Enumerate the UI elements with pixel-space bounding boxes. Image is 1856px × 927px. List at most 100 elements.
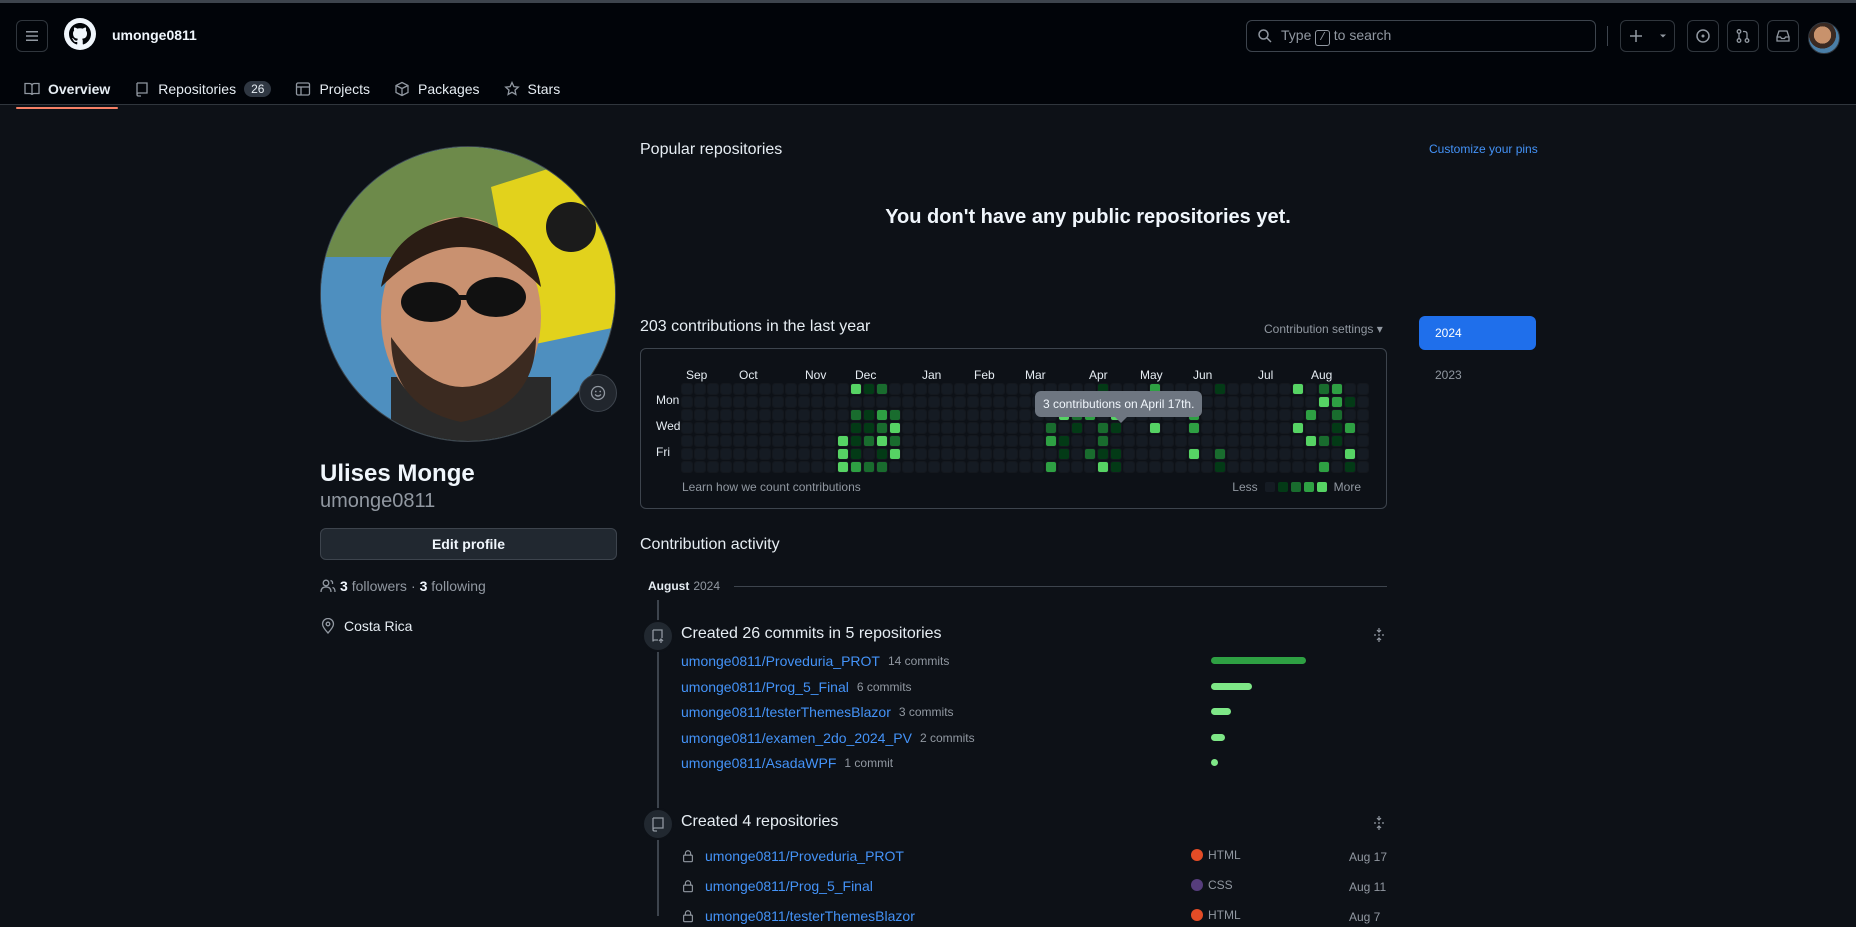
contribution-day[interactable] — [1150, 449, 1160, 459]
contribution-day[interactable] — [955, 384, 965, 394]
contribution-day[interactable] — [838, 436, 848, 446]
contribution-day[interactable] — [1319, 449, 1329, 459]
inbox-button[interactable] — [1767, 20, 1799, 52]
contribution-day[interactable] — [1215, 449, 1225, 459]
contribution-day[interactable] — [825, 436, 835, 446]
contribution-day[interactable] — [890, 462, 900, 472]
contribution-day[interactable] — [1215, 462, 1225, 472]
contribution-day[interactable] — [981, 462, 991, 472]
contribution-day[interactable] — [1007, 397, 1017, 407]
contribution-day[interactable] — [825, 423, 835, 433]
contribution-day[interactable] — [708, 436, 718, 446]
commit-repo-link[interactable]: umonge0811/testerThemesBlazor — [681, 704, 891, 720]
github-logo-icon[interactable] — [64, 18, 96, 50]
contribution-day[interactable] — [1046, 449, 1056, 459]
contribution-day[interactable] — [1020, 449, 1030, 459]
contribution-day[interactable] — [1306, 462, 1316, 472]
contribution-day[interactable] — [877, 397, 887, 407]
contribution-day[interactable] — [1202, 462, 1212, 472]
contribution-day[interactable] — [1254, 410, 1264, 420]
contribution-day[interactable] — [812, 410, 822, 420]
contribution-day[interactable] — [1124, 462, 1134, 472]
contribution-day[interactable] — [825, 397, 835, 407]
contribution-day[interactable] — [851, 410, 861, 420]
contribution-day[interactable] — [1124, 436, 1134, 446]
contribution-day[interactable] — [1033, 436, 1043, 446]
created-repo-link[interactable]: umonge0811/testerThemesBlazor — [705, 908, 915, 924]
contribution-day[interactable] — [812, 423, 822, 433]
contribution-day[interactable] — [890, 423, 900, 433]
contribution-day[interactable] — [1150, 423, 1160, 433]
contribution-day[interactable] — [708, 449, 718, 459]
contribution-day[interactable] — [1332, 462, 1342, 472]
contribution-day[interactable] — [877, 384, 887, 394]
contribution-day[interactable] — [916, 436, 926, 446]
contribution-day[interactable] — [1137, 423, 1147, 433]
contribution-day[interactable] — [955, 423, 965, 433]
contribution-day[interactable] — [786, 423, 796, 433]
contribution-day[interactable] — [1163, 423, 1173, 433]
year-2023[interactable]: 2023 — [1419, 358, 1536, 392]
contribution-day[interactable] — [695, 462, 705, 472]
contribution-day[interactable] — [1020, 397, 1030, 407]
contribution-day[interactable] — [916, 423, 926, 433]
contribution-day[interactable] — [1293, 462, 1303, 472]
contribution-day[interactable] — [1202, 397, 1212, 407]
contribution-day[interactable] — [903, 436, 913, 446]
contribution-day[interactable] — [760, 397, 770, 407]
contribution-day[interactable] — [890, 436, 900, 446]
contribution-day[interactable] — [1280, 436, 1290, 446]
contribution-day[interactable] — [942, 462, 952, 472]
contribution-day[interactable] — [799, 384, 809, 394]
tab-packages[interactable]: Packages — [386, 69, 487, 108]
contribution-day[interactable] — [1059, 449, 1069, 459]
contribution-day[interactable] — [864, 436, 874, 446]
contribution-day[interactable] — [1007, 436, 1017, 446]
contribution-day[interactable] — [812, 449, 822, 459]
contribution-day[interactable] — [916, 449, 926, 459]
contribution-day[interactable] — [929, 436, 939, 446]
contribution-day[interactable] — [838, 410, 848, 420]
contribution-day[interactable] — [747, 462, 757, 472]
contribution-day[interactable] — [1306, 410, 1316, 420]
commit-repo-link[interactable]: umonge0811/examen_2do_2024_PV — [681, 730, 912, 746]
contribution-day[interactable] — [994, 384, 1004, 394]
contribution-day[interactable] — [1059, 462, 1069, 472]
contribution-day[interactable] — [903, 449, 913, 459]
commit-count[interactable]: 3 commits — [899, 705, 954, 719]
contribution-day[interactable] — [1124, 449, 1134, 459]
commit-count[interactable]: 14 commits — [888, 654, 949, 668]
contribution-day[interactable] — [1358, 462, 1368, 472]
contribution-day[interactable] — [1228, 410, 1238, 420]
contribution-day[interactable] — [812, 384, 822, 394]
contribution-day[interactable] — [955, 410, 965, 420]
contribution-day[interactable] — [838, 384, 848, 394]
tab-repositories[interactable]: Repositories 26 — [126, 69, 279, 108]
contribution-day[interactable] — [968, 436, 978, 446]
contribution-day[interactable] — [942, 410, 952, 420]
contribution-day[interactable] — [786, 436, 796, 446]
customize-pins-link[interactable]: Customize your pins — [1429, 142, 1538, 156]
contribution-day[interactable] — [1059, 423, 1069, 433]
contribution-day[interactable] — [864, 423, 874, 433]
contribution-day[interactable] — [695, 410, 705, 420]
contribution-day[interactable] — [747, 449, 757, 459]
contribution-day[interactable] — [1280, 384, 1290, 394]
contribution-day[interactable] — [994, 436, 1004, 446]
contribution-day[interactable] — [955, 436, 965, 446]
contribution-day[interactable] — [994, 423, 1004, 433]
contribution-day[interactable] — [1332, 397, 1342, 407]
contribution-day[interactable] — [1072, 423, 1082, 433]
contribution-day[interactable] — [1306, 423, 1316, 433]
contribution-day[interactable] — [1176, 436, 1186, 446]
contribution-day[interactable] — [1111, 449, 1121, 459]
following-link[interactable]: 3 following — [420, 578, 486, 594]
contribution-day[interactable] — [1137, 449, 1147, 459]
contribution-day[interactable] — [1267, 436, 1277, 446]
contribution-day[interactable] — [799, 410, 809, 420]
contribution-day[interactable] — [1332, 423, 1342, 433]
collapse-icon[interactable] — [1371, 627, 1387, 646]
contribution-day[interactable] — [734, 462, 744, 472]
contribution-day[interactable] — [955, 462, 965, 472]
contribution-day[interactable] — [1033, 462, 1043, 472]
